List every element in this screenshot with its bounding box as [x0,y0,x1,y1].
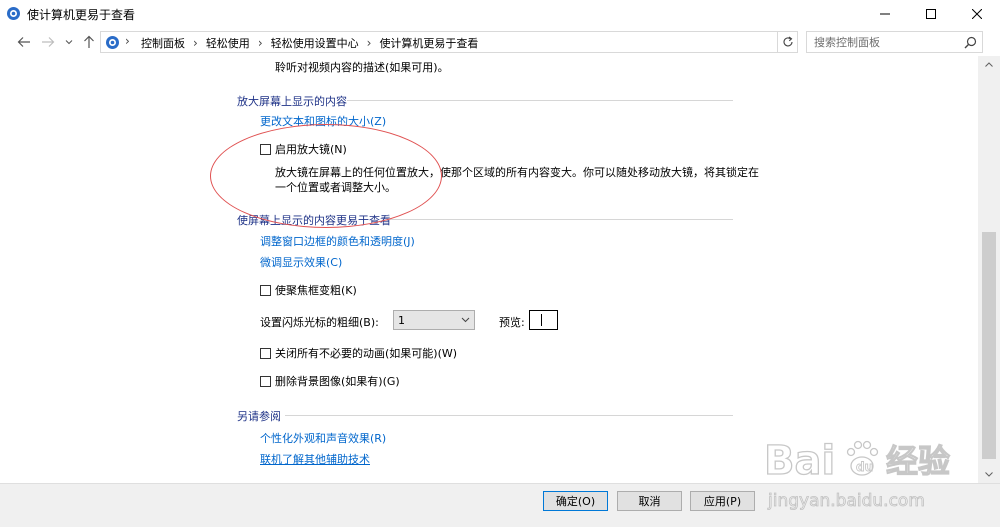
cursor-preview-box [529,310,558,330]
breadcrumb: 控制面板 › 轻松使用 › 轻松使用设置中心 › 使计算机更易于查看 [138,35,481,51]
breadcrumb-control-panel[interactable]: 控制面板 [138,35,188,51]
magnifier-checkbox-label[interactable]: 启用放大镜(N) [275,141,347,157]
close-button[interactable] [954,0,1000,28]
cancel-button[interactable]: 取消 [617,491,682,511]
remove-background-checkbox-label[interactable]: 删除背景图像(如果有)(G) [275,373,400,389]
thick-focus-checkbox-label[interactable]: 使聚焦框变粗(K) [275,282,357,298]
scroll-down-button[interactable] [978,466,1000,483]
remove-background-checkbox[interactable] [260,375,271,387]
breadcrumb-separator[interactable]: › [253,36,268,50]
magnifier-description-line2: 一个位置或者调整大小。 [275,181,396,194]
assistive-technologies-link[interactable]: 联机了解其他辅助技术 [260,451,370,467]
tune-display-link[interactable]: 微调显示效果(C) [260,254,342,270]
scroll-thumb[interactable] [982,232,996,459]
disable-animations-checkbox[interactable] [260,347,271,359]
search-icon[interactable] [964,36,977,49]
disable-animations-option[interactable]: 关闭所有不必要的动画(如果可能)(W) [260,345,457,361]
window-title: 使计算机更易于查看 [27,8,136,22]
close-icon [972,9,982,19]
breadcrumb-separator[interactable]: › [125,34,130,48]
address-row: › 控制面板 › 轻松使用 › 轻松使用设置中心 › 使计算机更易于查看 [0,28,1000,56]
recent-locations-button[interactable] [62,32,76,52]
magnifier-option[interactable]: 启用放大镜(N) [260,141,347,157]
section-divider [389,219,733,220]
cursor-thickness-select[interactable]: 1 [393,310,475,330]
section-divider [285,415,733,416]
chevron-up-icon [985,62,993,67]
breadcrumb-separator[interactable]: › [188,36,203,50]
section-divider [347,100,733,101]
chevron-down-icon [985,472,993,477]
audio-description-text: 聆听对视频内容的描述(如果可用)。 [275,61,449,74]
section-title-magnify: 放大屏幕上显示的内容 [237,95,347,108]
dialog-button-bar: 确定(O) 取消 应用(P) [0,483,1000,527]
magnifier-checkbox[interactable] [260,143,271,155]
scroll-up-button[interactable] [978,56,1000,73]
preview-label: 预览: [499,316,525,329]
content-pane: 聆听对视频内容的描述(如果可用)。 放大屏幕上显示的内容 更改文本和图标的大小(… [0,56,978,483]
disable-animations-checkbox-label[interactable]: 关闭所有不必要的动画(如果可能)(W) [275,345,457,361]
arrow-left-icon [17,37,30,47]
change-text-size-link[interactable]: 更改文本和图标的大小(Z) [260,113,386,129]
arrow-up-icon [84,35,94,48]
thick-focus-checkbox[interactable] [260,284,271,296]
remove-background-option[interactable]: 删除背景图像(如果有)(G) [260,373,400,389]
window-colors-link[interactable]: 调整窗口边框的颜色和透明度(J) [260,233,415,249]
maximize-icon [926,9,936,19]
cursor-preview-caret [541,314,542,326]
control-panel-icon [106,36,119,49]
personalize-link[interactable]: 个性化外观和声音效果(R) [260,430,386,446]
search-input[interactable] [807,32,957,52]
minimize-icon [880,13,890,15]
apply-button[interactable]: 应用(P) [690,491,755,511]
back-button[interactable] [14,32,34,52]
breadcrumb-current-page[interactable]: 使计算机更易于查看 [376,35,481,51]
magnifier-description-line1: 放大镜在屏幕上的任何位置放大，使那个区域的所有内容变大。你可以随处移动放大镜，将… [275,166,759,179]
arrow-right-icon [42,37,55,47]
vertical-scrollbar[interactable] [978,56,1000,483]
ok-button[interactable]: 确定(O) [543,491,608,511]
section-title-see-also: 另请参阅 [237,410,281,423]
search-box[interactable] [806,31,983,53]
maximize-button[interactable] [908,0,954,28]
thick-focus-option[interactable]: 使聚焦框变粗(K) [260,282,357,298]
chevron-down-icon [461,317,470,323]
up-button[interactable] [80,32,98,52]
forward-button[interactable] [38,32,58,52]
address-bar[interactable]: › 控制面板 › 轻松使用 › 轻松使用设置中心 › 使计算机更易于查看 [100,31,874,53]
title-bar: 使计算机更易于查看 [0,0,1000,28]
minimize-button[interactable] [862,0,908,28]
breadcrumb-separator[interactable]: › [362,36,377,50]
chevron-down-icon [65,40,73,45]
refresh-icon [783,36,793,47]
refresh-button[interactable] [778,31,798,53]
control-panel-icon [7,7,20,20]
cursor-thickness-value: 1 [398,313,405,327]
breadcrumb-ease-of-access-center[interactable]: 轻松使用设置中心 [268,35,362,51]
breadcrumb-ease-of-access[interactable]: 轻松使用 [203,35,253,51]
section-title-easier-to-see: 使屏幕上显示的内容更易于查看 [237,214,391,227]
cursor-thickness-label: 设置闪烁光标的粗细(B): [260,316,379,329]
